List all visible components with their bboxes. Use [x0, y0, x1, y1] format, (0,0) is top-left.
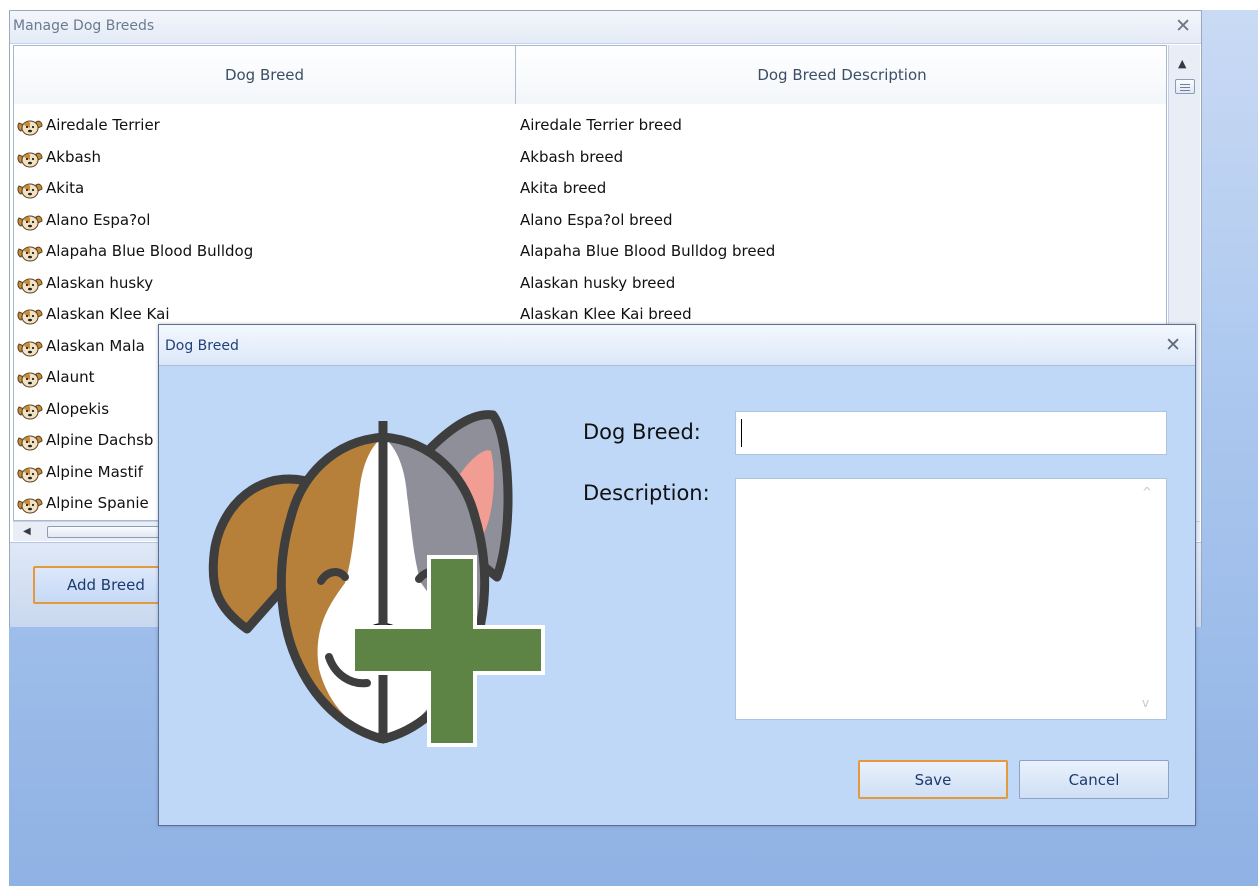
- main-window-title: Manage Dog Breeds: [13, 18, 155, 34]
- table-row[interactable]: Alapaha Blue Blood Bulldog Alapaha Blue B…: [14, 237, 1166, 269]
- dog-icon: [16, 433, 44, 451]
- save-button[interactable]: Save: [858, 760, 1008, 799]
- grid-header: Dog Breed Dog Breed Description: [14, 46, 1166, 104]
- dog-icon: [16, 118, 44, 136]
- cancel-button[interactable]: Cancel: [1019, 760, 1169, 799]
- dog-icon: [16, 496, 44, 514]
- column-header-description[interactable]: Dog Breed Description: [516, 46, 1166, 104]
- breed-name-cell: Akbash: [46, 147, 101, 166]
- breed-description-cell: Alaskan Klee Kai breed: [520, 305, 692, 323]
- scroll-left-icon[interactable]: ◀: [23, 526, 31, 537]
- vertical-scroll-thumb[interactable]: [1175, 79, 1195, 94]
- dog-add-icon: [208, 410, 545, 747]
- dog-icon: [16, 307, 44, 325]
- dog-icon: [16, 181, 44, 199]
- description-scroll-up-icon[interactable]: ^: [1142, 485, 1152, 499]
- breed-name-cell: Alano Espa?ol: [46, 210, 151, 229]
- dog-breed-label: Dog Breed:: [583, 420, 701, 444]
- table-row[interactable]: Alano Espa?ol Alano Espa?ol breed: [14, 206, 1166, 238]
- table-row[interactable]: Akbash Akbash breed: [14, 143, 1166, 175]
- description-scroll-down-icon[interactable]: v: [1142, 696, 1149, 710]
- breed-name-cell: Alopekis: [46, 399, 110, 418]
- horizontal-scroll-thumb[interactable]: [47, 526, 167, 538]
- description-textarea[interactable]: [735, 478, 1167, 720]
- breed-name-cell: Alaskan Mala: [46, 336, 145, 355]
- main-close-icon[interactable]: ✕: [1175, 15, 1191, 37]
- breed-description-cell: Akbash breed: [520, 147, 624, 166]
- dialog-title: Dog Breed: [165, 338, 239, 354]
- breed-description-cell: Akita breed: [520, 179, 607, 197]
- breed-name-cell: Airedale Terrier: [46, 116, 160, 134]
- breed-name-cell: Alpine Mastif: [46, 462, 143, 481]
- breed-name-cell: Akita: [46, 179, 85, 197]
- dialog-title-bar: Dog Breed ✕: [159, 325, 1195, 366]
- desktop-edge: [0, 0, 9, 886]
- breed-name-cell: Alaskan husky: [46, 273, 154, 292]
- column-header-dog-breed[interactable]: Dog Breed: [14, 46, 516, 104]
- table-row[interactable]: Alaskan husky Alaskan husky breed: [14, 269, 1166, 301]
- text-caret: [741, 419, 742, 447]
- dog-breed-dialog: Dog Breed ✕ Dog Breed: Description: ^ v …: [158, 324, 1196, 826]
- breed-name-cell: Alpine Dachsb: [46, 431, 154, 449]
- dialog-close-icon[interactable]: ✕: [1165, 334, 1181, 356]
- scroll-up-icon[interactable]: ▲: [1178, 57, 1186, 70]
- breed-description-cell: Alaskan husky breed: [520, 273, 676, 292]
- breed-description-cell: Alano Espa?ol breed: [520, 210, 673, 229]
- breed-name-cell: Alaunt: [46, 368, 95, 386]
- main-title-bar: Manage Dog Breeds ✕: [10, 11, 1201, 44]
- dog-icon: [16, 402, 44, 420]
- table-row[interactable]: Akita Akita breed: [14, 174, 1166, 206]
- dog-breed-input[interactable]: [735, 411, 1167, 455]
- breed-name-cell: Alpine Spanie: [46, 494, 149, 512]
- dog-icon: [16, 276, 44, 294]
- dog-icon: [16, 244, 44, 262]
- dog-icon: [16, 370, 44, 388]
- dog-icon: [16, 465, 44, 483]
- breed-name-cell: Alapaha Blue Blood Bulldog: [46, 242, 254, 260]
- dog-icon: [16, 150, 44, 168]
- dog-icon: [16, 339, 44, 357]
- breed-name-cell: Alaskan Klee Kai: [46, 305, 170, 323]
- breed-description-cell: Alapaha Blue Blood Bulldog breed: [520, 242, 776, 260]
- table-row[interactable]: Airedale Terrier Airedale Terrier breed: [14, 111, 1166, 143]
- breed-description-cell: Airedale Terrier breed: [520, 116, 682, 134]
- dog-icon: [16, 213, 44, 231]
- description-label: Description:: [583, 481, 710, 505]
